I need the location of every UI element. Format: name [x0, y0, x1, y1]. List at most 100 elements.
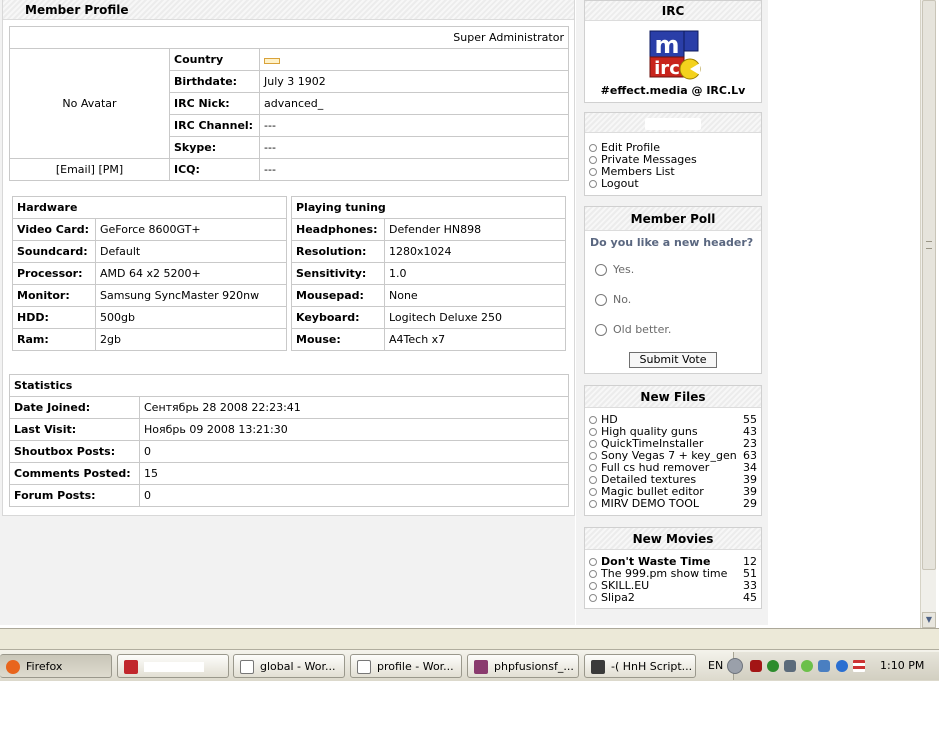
new-files-title: New Files	[640, 390, 706, 404]
scroll-down-arrow-icon[interactable]: ▼	[922, 612, 936, 628]
poll-title: Member Poll	[630, 212, 716, 226]
bullet-icon	[589, 168, 597, 176]
bullet-icon	[589, 570, 597, 578]
tuning-label: Sensitivity:	[291, 262, 385, 285]
windows-taskbar: Firefox global - Wor... profile - Wor...…	[0, 649, 939, 681]
tray-star-icon[interactable]	[784, 660, 796, 672]
option-label: No.	[613, 293, 632, 306]
stat-value: 0	[139, 440, 569, 463]
tray-clock[interactable]: 1:10 PM	[880, 659, 924, 672]
poll-option-no[interactable]: No.	[595, 293, 631, 306]
tray-clover-icon[interactable]	[767, 660, 779, 672]
list-item[interactable]: MIRV DEMO TOOL 29	[589, 498, 761, 510]
hardware-value: AMD 64 x2 5200+	[95, 262, 287, 285]
firefox-icon	[6, 660, 20, 674]
taskbar-label: global - Wor...	[260, 660, 336, 673]
taskbar-label: profile - Wor...	[377, 660, 454, 673]
hardware-label: Ram:	[12, 328, 96, 351]
document-icon	[240, 660, 254, 674]
page-margin	[768, 0, 920, 625]
tuning-label: Mousepad:	[291, 284, 385, 307]
system-tray: 1:10 PM	[727, 652, 939, 680]
hardware-value: GeForce 8600GT+	[95, 218, 287, 241]
tray-app-icon[interactable]	[750, 660, 762, 672]
tuning-label: Headphones:	[291, 218, 385, 241]
stat-value: 15	[139, 462, 569, 485]
menu-logout[interactable]: Logout	[589, 178, 697, 190]
submit-vote-button[interactable]: Submit Vote	[629, 352, 717, 368]
svg-text:irc: irc	[654, 58, 680, 79]
taskbar-label: Firefox	[26, 660, 63, 673]
browser-viewport: Member Profile Super Administrator No Av…	[0, 0, 920, 625]
new-movies-panel: New Movies Don't Waste Time 12 The 999.pm…	[584, 527, 762, 609]
bullet-icon	[589, 144, 597, 152]
tuning-label: Mouse:	[291, 328, 385, 351]
irc-title: IRC	[661, 4, 685, 18]
hardware-label: Monitor:	[12, 284, 96, 307]
irc-channel-label: IRC Channel:	[169, 114, 260, 137]
country-flag-icon	[264, 58, 280, 64]
movie-count: 45	[743, 591, 757, 604]
option-label: Yes.	[613, 263, 635, 276]
stat-label: Forum Posts:	[9, 484, 140, 507]
scrollbar-thumb[interactable]	[922, 0, 936, 570]
skype-value: ---	[259, 136, 569, 159]
taskbar-button-notepad-profile[interactable]: profile - Wor...	[350, 654, 462, 678]
taskbar-label: -( HnH Script...	[611, 660, 693, 673]
taskbar-button-filezilla[interactable]	[117, 654, 229, 678]
stat-value: Сентябрь 28 2008 22:23:41	[139, 396, 569, 419]
archive-icon	[474, 660, 488, 674]
tray-info-icon[interactable]	[836, 660, 848, 672]
tuning-title: Playing tuning	[291, 196, 566, 219]
radio-button[interactable]	[595, 294, 607, 306]
bullet-icon	[589, 440, 597, 448]
bullet-icon	[589, 464, 597, 472]
tray-collapse-icon[interactable]	[727, 658, 743, 674]
birthdate-value: July 3 1902	[259, 70, 569, 93]
taskbar-button-winrar[interactable]: phpfusionsf_...	[467, 654, 579, 678]
radio-button[interactable]	[595, 324, 607, 336]
country-label: Country	[169, 48, 260, 71]
radio-button[interactable]	[595, 264, 607, 276]
hardware-label: Video Card:	[12, 218, 96, 241]
hardware-value: Default	[95, 240, 287, 263]
contact-links[interactable]: [Email] [PM]	[9, 158, 170, 181]
bullet-icon	[589, 582, 597, 590]
hardware-label: Soundcard:	[12, 240, 96, 263]
new-movies-caption: New Movies	[585, 528, 761, 550]
stat-label: Comments Posted:	[9, 462, 140, 485]
taskbar-button-firefox[interactable]: Firefox	[0, 654, 112, 678]
tuning-value: 1.0	[384, 262, 566, 285]
mirc-logo-icon[interactable]: m irc	[648, 25, 702, 81]
file-name[interactable]: MIRV DEMO TOOL	[601, 497, 699, 510]
bullet-icon	[589, 180, 597, 188]
hardware-table: Hardware Video Card: GeForce 8600GT+ Soun…	[12, 196, 287, 351]
movie-name[interactable]: Slipa2	[601, 591, 635, 604]
irc-channel-value: ---	[259, 114, 569, 137]
skype-label: Skype:	[169, 136, 260, 159]
tuning-value: 1280x1024	[384, 240, 566, 263]
icq-label: ICQ:	[169, 158, 260, 181]
taskbar-button-notepad-global[interactable]: global - Wor...	[233, 654, 345, 678]
profile-table: Super Administrator No Avatar Country Bi…	[9, 26, 569, 181]
new-files-panel: New Files HD 55 High quality guns 43 Quick…	[584, 385, 762, 516]
bullet-icon	[589, 476, 597, 484]
poll-option-old[interactable]: Old better.	[595, 323, 671, 336]
new-movies-title: New Movies	[632, 532, 714, 546]
tray-shield-icon[interactable]	[801, 660, 813, 672]
language-indicator[interactable]: EN	[708, 659, 723, 672]
list-item[interactable]: Slipa2 45	[589, 592, 761, 604]
tuning-value: None	[384, 284, 566, 307]
bullet-icon	[589, 156, 597, 164]
stat-value: 0	[139, 484, 569, 507]
poll-option-yes[interactable]: Yes.	[595, 263, 634, 276]
birthdate-label: Birthdate:	[169, 70, 260, 93]
tray-network-icon[interactable]	[818, 660, 830, 672]
option-label: Old better.	[613, 323, 672, 336]
irc-channel-link[interactable]: #effect.media @ IRC.Lv	[585, 84, 761, 97]
taskbar-button-hnh-script[interactable]: -( HnH Script...	[584, 654, 696, 678]
bullet-icon	[589, 500, 597, 508]
member-profile-caption: Member Profile	[3, 0, 574, 20]
tray-flag-icon[interactable]	[853, 660, 865, 672]
vertical-scrollbar[interactable]: ▼	[920, 0, 936, 628]
